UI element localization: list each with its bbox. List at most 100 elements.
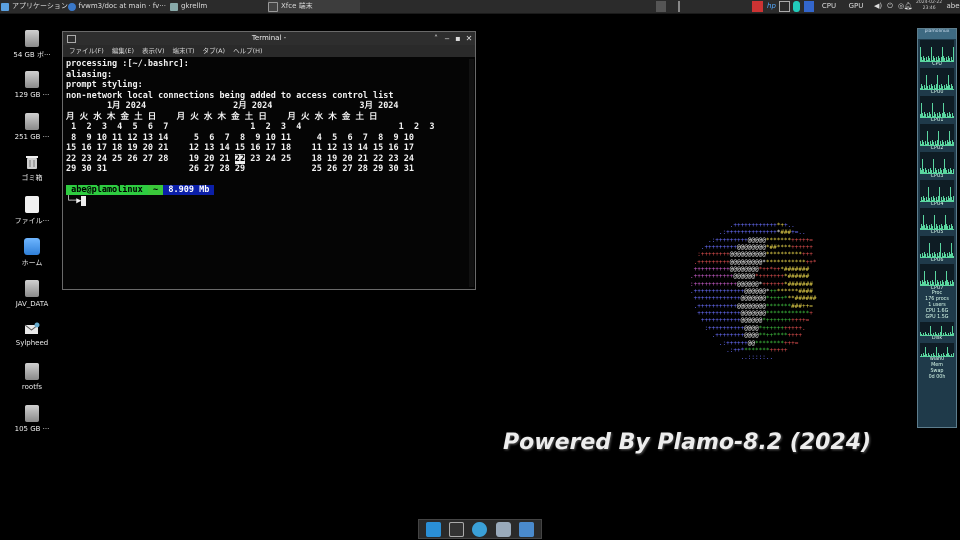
terminal-titlebar[interactable]: Terminal - ˄ ‒ ▪ ✕ <box>63 32 475 45</box>
chart-spike <box>953 89 954 90</box>
menu-tabs[interactable]: タブ(A) <box>203 45 226 57</box>
menu-terminal[interactable]: 端末(T) <box>173 45 195 57</box>
chevron-up-icon[interactable]: ˄ <box>431 32 441 45</box>
bell-icon[interactable]: 🔔︎ <box>904 1 913 12</box>
prompt-line-2: └─▶ <box>66 195 467 207</box>
cpu-chart <box>920 180 954 202</box>
separator <box>678 1 680 12</box>
trash-icon <box>24 154 40 170</box>
desktop-icon-trash[interactable]: ゴミ箱 <box>6 154 58 183</box>
desktop-icon-drive-129gb[interactable]: 129 GB ··· <box>6 71 58 99</box>
powered-by-label: Powered By Plamo-8.2 (2024) <box>503 430 872 455</box>
desktop-icon-home[interactable]: ホーム <box>6 238 58 268</box>
volume-icon[interactable]: ◀) <box>873 1 883 12</box>
calendar-line: 29 30 31 26 27 28 29 25 26 27 28 29 30 3… <box>66 164 414 174</box>
calendar-line: 1 2 3 4 5 6 7 1 2 3 4 1 2 3 <box>66 122 435 132</box>
keyboard-icon[interactable] <box>779 1 790 12</box>
cpu-label: CPU4 <box>930 202 944 207</box>
terminal-launcher-icon[interactable] <box>449 521 465 537</box>
cpu-monitor[interactable]: CPU <box>818 1 840 12</box>
drive-icon <box>25 30 39 47</box>
menu-help[interactable]: ヘルプ(H) <box>233 45 262 57</box>
gkrellm-monitor[interactable]: plamolinux CPU CPU0 CPU1 CPU2 CPU3 CPU4 … <box>917 28 957 428</box>
cpu-label: CPU <box>932 62 942 67</box>
terminal-window[interactable]: Terminal - ˄ ‒ ▪ ✕ ファイル(F) 編集(E) 表示(V) 端… <box>62 31 476 290</box>
desktop-icon-drive-251gb[interactable]: 251 GB ··· <box>6 113 58 141</box>
terminal-icon <box>268 1 278 12</box>
cpu-chart <box>920 40 954 62</box>
prompt-size: 8.909 Mb <box>163 185 215 195</box>
drive-icon <box>25 280 39 297</box>
menu-edit[interactable]: 編集(E) <box>112 45 134 57</box>
bottom-dock <box>418 519 542 539</box>
chart-spike <box>938 130 939 146</box>
prompt-user: abe@plamolinux <box>66 185 148 195</box>
terminal-output[interactable]: processing :[~/.bashrc]: aliasing: prompt … <box>66 59 467 287</box>
applications-icon <box>1 2 9 11</box>
prompt-line: abe@plamolinux ~ 8.909 Mb <box>66 185 467 196</box>
cpu-label: CPU0 <box>930 90 944 95</box>
chart-spike <box>939 186 940 202</box>
mail-client-icon <box>24 322 40 336</box>
show-desktop-icon[interactable] <box>426 521 442 537</box>
power-icon[interactable]: ⏻ <box>886 1 894 12</box>
calendar-today: 22 <box>234 153 246 164</box>
terminal-icon <box>67 35 76 43</box>
ascii-globe-wallpaper: .++++++++++++*++.. .:++++++++++++++*###+… <box>690 222 817 362</box>
minimize-button[interactable]: ‒ <box>442 32 452 45</box>
desktop-icon-filesystem[interactable]: ファイル··· <box>6 196 58 226</box>
chart-spike <box>940 242 941 258</box>
chart-spike <box>953 332 954 336</box>
clock[interactable]: 2024-02-22 23:46 <box>916 0 942 12</box>
chart-spike <box>953 195 954 202</box>
cpu-label: CPU5 <box>930 230 944 235</box>
search-icon[interactable] <box>495 521 511 537</box>
task-terminal[interactable]: Xfce 端末 <box>268 0 360 13</box>
desktop-icon-rootfs[interactable]: rootfs <box>6 363 58 391</box>
output-line: non-network local connections being adde… <box>66 90 394 101</box>
home-folder-icon <box>24 238 40 255</box>
menu-view[interactable]: 表示(V) <box>142 45 165 57</box>
scrollbar[interactable] <box>469 59 474 287</box>
cpu-chart <box>920 152 954 174</box>
desktop-icon-drive-54gb[interactable]: 54 GB ボ··· <box>6 30 58 60</box>
desktop-icon-jav-data[interactable]: JAV_DATA <box>6 280 58 308</box>
chart-spike <box>953 46 954 62</box>
cpu-label: CPU1 <box>930 118 944 123</box>
user-menu[interactable]: abe <box>946 1 960 12</box>
file-icon <box>25 196 39 213</box>
drive-icon <box>25 113 39 130</box>
browser-launcher-icon[interactable] <box>472 521 488 537</box>
terminal-menubar: ファイル(F) 編集(E) 表示(V) 端末(T) タブ(A) ヘルプ(H) <box>63 45 475 57</box>
workspace-icon[interactable] <box>656 1 666 12</box>
task-gkrellm[interactable]: gkrellm <box>170 0 207 13</box>
cpu-chart <box>920 68 954 90</box>
top-panel: アプリケーション fvwm3/doc at main · fv··· gkrel… <box>0 0 960 14</box>
calendar-line: 8 9 10 11 12 13 14 5 6 7 8 9 10 11 4 5 6… <box>66 132 414 143</box>
prompt-dir: ~ <box>147 185 164 195</box>
calendar-line: 22 23 24 25 26 27 28 19 20 21 22 23 24 2… <box>66 153 415 164</box>
cpu-chart <box>920 124 954 146</box>
gpu-freq: GPU 1.5G <box>925 315 949 320</box>
gpu-monitor[interactable]: GPU <box>845 1 867 12</box>
output-line: aliasing: <box>66 69 113 80</box>
task-browser[interactable]: fvwm3/doc at main · fv··· <box>68 0 166 13</box>
cpu-chart <box>920 96 954 118</box>
menu-file[interactable]: ファイル(F) <box>69 45 104 57</box>
applications-menu[interactable]: アプリケーション <box>1 0 68 13</box>
folder-icon[interactable] <box>518 521 534 537</box>
chart-spike <box>953 353 954 357</box>
shield-icon[interactable] <box>793 1 800 12</box>
browser-icon <box>68 2 76 11</box>
maximize-button[interactable]: ▪ <box>453 32 463 45</box>
window-title: Terminal - <box>251 34 287 42</box>
chart-spike <box>953 169 954 174</box>
calendar-line: 月 火 水 木 金 土 日 月 火 水 木 金 土 日 月 火 水 木 金 土 … <box>66 111 378 122</box>
desktop-icon-sylpheed[interactable]: Sylpheed <box>6 322 58 347</box>
display-icon[interactable] <box>804 1 814 12</box>
close-button[interactable]: ✕ <box>464 32 474 45</box>
hp-icon[interactable]: hp <box>766 1 777 12</box>
desktop-icon-drive-105gb[interactable]: 105 GB ··· <box>6 405 58 433</box>
disk-label: Disk <box>931 336 943 341</box>
update-icon[interactable] <box>752 1 763 12</box>
